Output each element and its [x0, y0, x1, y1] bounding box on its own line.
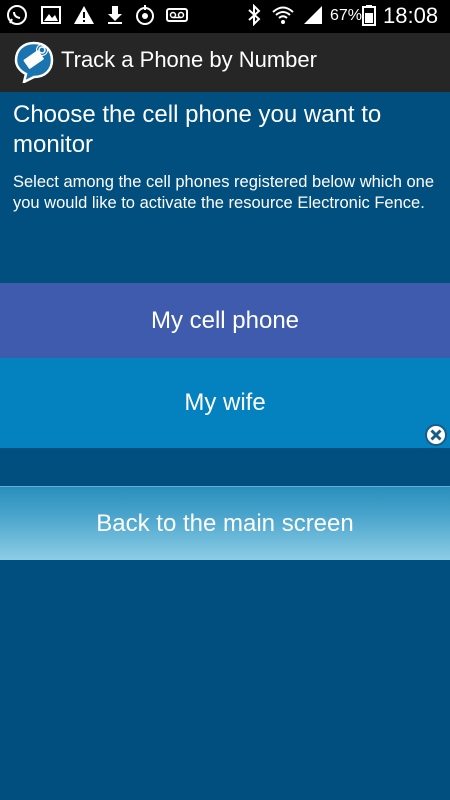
- page-heading: Choose the cell phone you want to monito…: [13, 101, 382, 158]
- voicemail-icon: [166, 8, 188, 22]
- warning-icon: [74, 6, 94, 24]
- battery-icon: [362, 5, 376, 26]
- battery-percent: 67%: [330, 7, 363, 24]
- signal-icon: [304, 6, 322, 24]
- wifi-icon: [272, 6, 294, 24]
- app-title: Track a Phone by Number: [61, 47, 317, 72]
- phone-option-label: My wife: [184, 389, 266, 416]
- back-button-label: Back to the main screen: [96, 509, 354, 537]
- screen: 67% 18:08 Track a Phone by Number Choose…: [0, 0, 450, 800]
- app-logo-icon[interactable]: [14, 41, 54, 83]
- status-bar: 67% 18:08: [0, 0, 450, 33]
- close-icon[interactable]: [424, 423, 448, 447]
- sync-icon: [136, 5, 154, 25]
- gallery-icon: [41, 6, 61, 24]
- clock: 18:08: [383, 3, 439, 28]
- phone-option-my-cell-phone[interactable]: My cell phone: [0, 283, 450, 358]
- page-description: Select among the cell phones registered …: [13, 173, 435, 212]
- whatsapp-icon: [7, 5, 27, 25]
- phone-option-my-wife[interactable]: My wife: [0, 358, 450, 448]
- bluetooth-icon: [248, 4, 261, 26]
- action-bar: Track a Phone by Number: [0, 33, 450, 92]
- download-icon: [108, 6, 122, 24]
- back-to-main-screen-button[interactable]: Back to the main screen: [0, 486, 450, 560]
- phone-option-label: My cell phone: [150, 306, 300, 334]
